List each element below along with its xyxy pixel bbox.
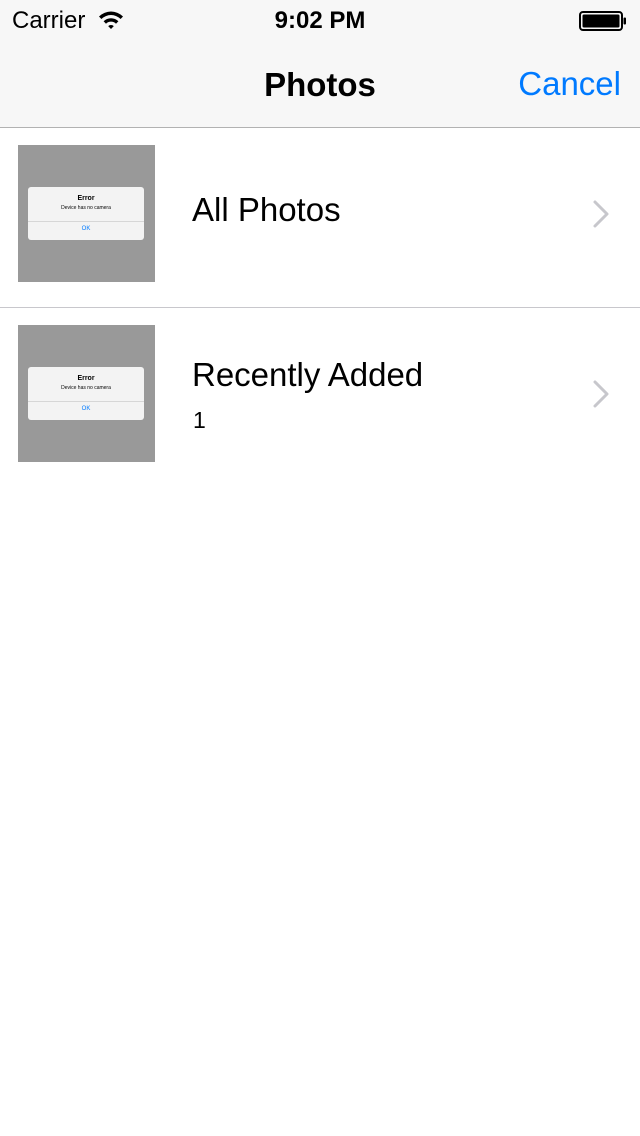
thumbnail-alert-divider [28,401,144,402]
status-time: 9:02 PM [274,7,366,34]
thumbnail-alert-title: Error [77,375,95,382]
status-bar: Carrier 9:02 PM [0,0,640,40]
album-title: Recently Added [192,356,424,393]
navigation-bar: Photos Cancel [0,40,640,128]
thumbnail-alert: Error Device has no camera OK [28,367,144,420]
thumbnail-alert: Error Device has no camera OK [28,187,144,240]
album-row-recently-added[interactable]: Error Device has no camera OK Recently A… [0,308,640,488]
album-row-all-photos[interactable]: Error Device has no camera OK All Photos [0,128,640,308]
chevron-right-icon [593,200,609,228]
album-title: All Photos [192,191,341,228]
battery-icon [579,11,626,31]
thumbnail-alert-message: Device has no camera [61,205,111,211]
photos-screen: Carrier 9:02 PM Photos Cancel Error Devi… [0,0,640,1136]
chevron-right-icon [593,380,609,408]
thumbnail-alert-button: OK [81,406,91,412]
album-list: Error Device has no camera OK All Photos… [0,128,640,488]
thumbnail-alert-message: Device has no camera [61,385,111,391]
thumbnail-alert-title: Error [77,195,95,202]
thumbnail-alert-button: OK [81,226,91,232]
thumbnail-alert-divider [28,221,144,222]
album-photo-count: 1 [193,407,206,433]
cancel-button[interactable]: Cancel [518,65,621,103]
album-thumbnail: Error Device has no camera OK [18,145,155,282]
album-thumbnail: Error Device has no camera OK [18,325,155,462]
